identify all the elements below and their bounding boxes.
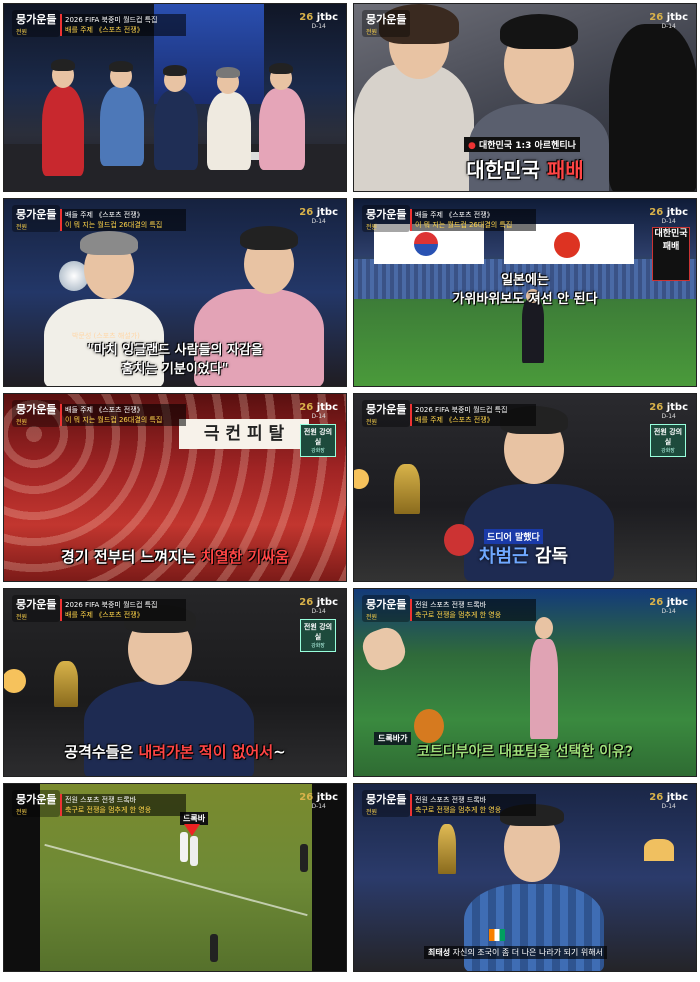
- thumbnail-grid: 뭉가운들 전원 2026 FIFA 북중미 월드컵 특집 배를 주제 《스포츠 전쟁…: [0, 0, 700, 982]
- topic-label: 2026 FIFA 북중미 월드컵 특집 배를 주제 《스포츠 전쟁》: [60, 599, 186, 621]
- frame-7-guest-talk[interactable]: 전원 강의실 강화장 공격수들은 내려가본 적이 없어서~ 뭉가운들 전원 2026…: [3, 588, 347, 777]
- topic-label: 전원 스포츠 전쟁 드록바 축구로 전쟁을 멈추게 한 영웅: [410, 599, 536, 621]
- striker-caption: 공격수들은 내려가본 적이 없어서~: [64, 743, 286, 761]
- frame-9-archive-match[interactable]: 드록바 뭉가운들 전원 전원 스포츠 전쟁 드록바 축구로 전쟁을 멈추게 한 영웅…: [3, 783, 347, 972]
- channel-logo: 26 jtbc D-14: [649, 792, 688, 810]
- channel-logo: 26 jtbc D-14: [299, 207, 338, 225]
- frame-1-studio-panel[interactable]: 뭉가운들 전원 2026 FIFA 북중미 월드컵 특집 배를 주제 《스포츠 전쟁…: [3, 3, 347, 192]
- lecture-badge: 전원 강의실 강화장: [300, 619, 336, 652]
- show-logo: 뭉가운들 전원: [12, 595, 61, 622]
- channel-logo: 26 jtbc D-14: [299, 597, 338, 615]
- lamp: [4, 669, 26, 693]
- trophy-icon: [54, 661, 78, 707]
- topic-label: 배들 주제 《스포츠 전쟁》 이 뭐 지는 월드컵 26대결의 특집: [60, 404, 186, 426]
- show-logo: 뭉가운들 전원: [362, 595, 411, 622]
- show-logo: 뭉가운들 전원: [362, 790, 411, 817]
- topic-label: 전원 스포츠 전쟁 드록바 축구로 전쟁을 멈추게 한 영웅: [410, 794, 536, 816]
- channel-logo: 26 jtbc D-14: [299, 402, 338, 420]
- show-logo: 뭉가운들 전원: [362, 205, 411, 232]
- show-logo: 뭉가운들 전원: [362, 10, 411, 37]
- frame-2-crowd-closeup[interactable]: ● 대한민국 1:3 아르헨티나 대한민국 패배 뭉가운들 전원 26 jtbc D…: [353, 3, 697, 192]
- topic-label: 2026 FIFA 북중미 월드컵 특집 배를 주제 《스포츠 전쟁》: [410, 404, 536, 426]
- lecture-badge: 전원 강의실 강화장: [650, 424, 686, 457]
- frame-3-two-panelists[interactable]: 박문성 (스포츠 해설가) "마치 잉글랜드 사람들의 자감을 훔치는 기분이었다…: [3, 198, 347, 387]
- score-bar: ● 대한민국 1:3 아르헨티나: [464, 137, 580, 152]
- topic-label: 배들 주제 《스포츠 전쟁》 이 뭐 지는 월드컵 26대결의 특집: [60, 209, 186, 231]
- topic-label: 2026 FIFA 북중미 월드컵 특집 배를 주제 《스포츠 전쟁》: [60, 14, 186, 36]
- panelist-suit: [154, 90, 198, 170]
- show-logo: 뭉가운들 전원: [12, 400, 61, 427]
- marker-arrow-icon: [184, 824, 200, 836]
- guest-inset-photo: [444, 524, 474, 556]
- quote-caption: "마치 잉글랜드 사람들의 자감을 훔치는 기분이었다": [87, 343, 263, 377]
- stadium-caption: 일본에는 가위바위보도 져선 안 된다: [452, 273, 598, 307]
- channel-logo: 26 jtbc D-14: [649, 597, 688, 615]
- channel-logo: 26 jtbc D-14: [649, 12, 688, 30]
- subtitle-bar: 최태성 자신의 조국이 좀 더 나은 나라가 되기 위해서: [424, 946, 607, 959]
- panelist-plaid: [100, 86, 144, 166]
- frame-6-guest-announce[interactable]: 드디어 말했다 차범근 감독 전원 강의실 강화장 뭉가운들 전원 2026 FIF…: [353, 393, 697, 582]
- ivory-coast-flag-icon: [489, 929, 505, 941]
- topic-label: 배들 주제 《스포츠 전쟁》 이 뭐 지는 월드컵 26대결의 특집: [410, 209, 536, 231]
- trophy-icon: [394, 464, 420, 514]
- channel-logo: 26 jtbc D-14: [299, 792, 338, 810]
- frame-8-drogba-pitch[interactable]: 드록바가 코트디부아르 대표팀을 선택한 이유? 뭉가운들 전원 전원 스포츠 전…: [353, 588, 697, 777]
- why-caption: 코트디부아르 대표팀을 선택한 이유?: [417, 744, 633, 760]
- lecture-badge: 전원 강의실 강화장: [300, 424, 336, 457]
- panelist-pink: [259, 88, 305, 170]
- show-logo: 뭉가운들 전원: [362, 400, 411, 427]
- show-logo: 뭉가운들 전원: [12, 10, 61, 37]
- fan-banner: 극 컨 피 탈: [179, 419, 309, 449]
- channel-logo: 26 jtbc D-14: [649, 402, 688, 420]
- panelist-white: [207, 92, 251, 170]
- frame-10-host-explain[interactable]: 최태성 자신의 조국이 좀 더 나은 나라가 되기 위해서 뭉가운들 전원 전원 …: [353, 783, 697, 972]
- topic-label: 전원 스포츠 전쟁 드록바 축구로 전쟁을 멈추게 한 영웅: [60, 794, 186, 816]
- show-logo: 뭉가운들 전원: [12, 205, 61, 232]
- trophy-icon: [438, 824, 456, 874]
- panelist-red: [42, 86, 84, 176]
- frame-5-fans[interactable]: 극 컨 피 탈 전원 강의실 강화장 경기 전부터 느껴지는 치열한 기싸움 뭉가…: [3, 393, 347, 582]
- show-logo: 뭉가운들 전원: [12, 790, 61, 817]
- frame-4-stadium[interactable]: 대한민국 패배 일본에는 가위바위보도 져선 안 된다 뭉가운들 전원 배들 주제 …: [353, 198, 697, 387]
- lamp: [644, 839, 674, 861]
- drogba-portrait: [414, 709, 444, 743]
- channel-logo: 26 jtbc D-14: [299, 12, 338, 30]
- host-standing: [522, 299, 544, 363]
- caption-korea-defeat: 대한민국 패배: [466, 158, 584, 182]
- guest-suit: [84, 681, 254, 776]
- guest-name-caption: 차범근 감독: [479, 546, 569, 567]
- channel-logo: 26 jtbc D-14: [649, 207, 688, 225]
- host-pink: [530, 639, 558, 739]
- rivalry-caption: 경기 전부터 느껴지는 치열한 기싸움: [61, 548, 289, 566]
